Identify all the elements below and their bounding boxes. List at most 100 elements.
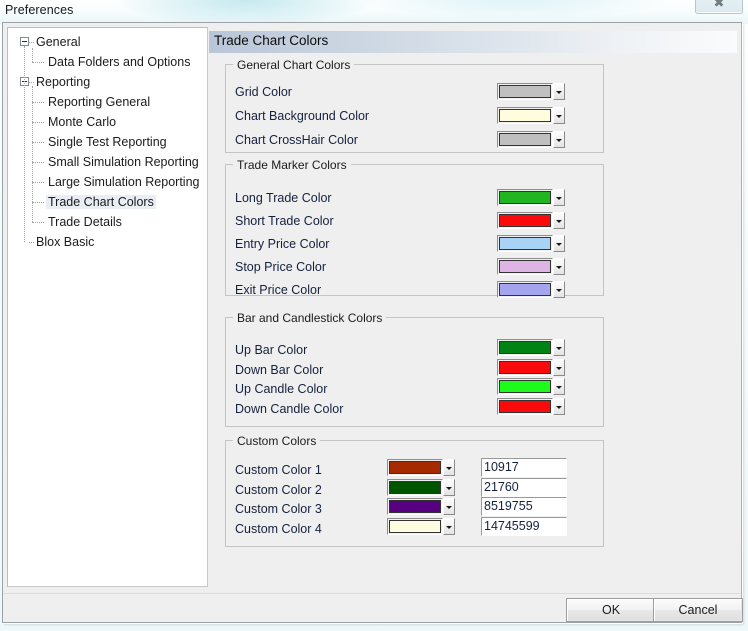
- label-up-candle-color: Up Candle Color: [235, 382, 328, 396]
- ok-button[interactable]: OK: [566, 598, 656, 622]
- color-picker-entry-price-color[interactable]: [497, 235, 565, 252]
- color-swatch[interactable]: [499, 214, 551, 227]
- tree-item-single-test-reporting[interactable]: Single Test Reporting: [46, 132, 169, 152]
- color-swatch[interactable]: [389, 461, 441, 474]
- tree-item-data-folders-and-options[interactable]: Data Folders and Options: [46, 52, 192, 72]
- value-input-custom-color-4[interactable]: 14745599: [481, 516, 567, 536]
- chevron-down-icon[interactable]: [443, 478, 455, 496]
- chevron-down-icon[interactable]: [443, 517, 455, 535]
- chevron-down-icon[interactable]: [553, 189, 565, 206]
- color-swatch-frame[interactable]: [497, 397, 553, 415]
- chevron-down-icon[interactable]: [443, 498, 455, 515]
- color-picker-custom-color-3[interactable]: [387, 498, 455, 515]
- chevron-down-icon[interactable]: [553, 358, 565, 376]
- color-swatch-frame[interactable]: [387, 517, 443, 535]
- color-picker-down-bar-color[interactable]: [497, 358, 565, 376]
- label-entry-price-color: Entry Price Color: [235, 237, 330, 251]
- color-swatch[interactable]: [499, 191, 551, 204]
- color-swatch-frame[interactable]: [497, 189, 553, 206]
- color-swatch[interactable]: [499, 341, 551, 354]
- color-swatch-frame[interactable]: [387, 478, 443, 496]
- group-legend: General Chart Colors: [233, 58, 355, 72]
- color-picker-up-candle-color[interactable]: [497, 378, 565, 395]
- color-swatch[interactable]: [499, 283, 551, 296]
- tree-item-trade-chart-colors[interactable]: Trade Chart Colors: [46, 192, 156, 212]
- dialog-client-area: General Data Folders and Options Reporting…: [2, 22, 743, 623]
- color-swatch[interactable]: [389, 500, 441, 513]
- color-swatch[interactable]: [389, 519, 441, 533]
- tree-item-label: Reporting General: [48, 95, 151, 109]
- tree-item-small-simulation-reporting[interactable]: Small Simulation Reporting: [46, 152, 201, 172]
- label-long-trade-color: Long Trade Color: [235, 191, 332, 205]
- color-swatch-frame[interactable]: [497, 212, 553, 229]
- color-picker-chart-crosshair-color[interactable]: [497, 131, 565, 148]
- glass-highlight-secondary: [355, 0, 675, 20]
- button-bar-separator: [3, 593, 741, 594]
- value-input-custom-color-1[interactable]: 10917: [481, 458, 567, 477]
- color-swatch[interactable]: [499, 260, 551, 273]
- color-swatch[interactable]: [389, 480, 441, 494]
- chevron-down-icon[interactable]: [553, 378, 565, 395]
- tree-item-reporting-general[interactable]: Reporting General: [46, 92, 152, 112]
- chevron-down-icon[interactable]: [553, 258, 565, 275]
- color-swatch[interactable]: [499, 399, 551, 413]
- value-input-custom-color-3[interactable]: 8519755: [481, 497, 567, 516]
- color-swatch-frame[interactable]: [497, 131, 553, 148]
- chevron-down-icon[interactable]: [553, 235, 565, 252]
- cancel-button[interactable]: Cancel: [653, 598, 743, 622]
- color-swatch[interactable]: [499, 109, 551, 122]
- close-button[interactable]: ✖: [695, 0, 743, 14]
- color-swatch-frame[interactable]: [387, 459, 443, 476]
- color-picker-down-candle-color[interactable]: [497, 397, 565, 415]
- color-swatch-frame[interactable]: [497, 258, 553, 275]
- pane-header: Trade Chart Colors: [209, 31, 737, 53]
- tree-item-large-simulation-reporting[interactable]: Large Simulation Reporting: [46, 172, 201, 192]
- color-swatch-frame[interactable]: [497, 281, 553, 298]
- chevron-down-icon[interactable]: [553, 397, 565, 415]
- tree-item-label: Blox Basic: [36, 235, 95, 249]
- tree-item-monte-carlo[interactable]: Monte Carlo: [46, 112, 118, 132]
- color-picker-chart-background-color[interactable]: [497, 107, 565, 124]
- color-swatch-frame[interactable]: [497, 83, 553, 100]
- color-picker-custom-color-2[interactable]: [387, 478, 455, 496]
- color-picker-up-bar-color[interactable]: [497, 339, 565, 356]
- color-picker-custom-color-1[interactable]: [387, 459, 455, 476]
- color-picker-grid-color[interactable]: [497, 83, 565, 100]
- tree-item-reporting[interactable]: Reporting: [34, 72, 92, 92]
- label-stop-price-color: Stop Price Color: [235, 260, 327, 274]
- color-swatch-frame[interactable]: [497, 358, 553, 376]
- tree-item-trade-details[interactable]: Trade Details: [46, 212, 124, 232]
- chevron-down-icon[interactable]: [553, 131, 565, 148]
- chevron-down-icon[interactable]: [553, 107, 565, 124]
- title-bar: Preferences: [0, 0, 748, 26]
- color-picker-exit-price-color[interactable]: [497, 281, 565, 298]
- chevron-down-icon[interactable]: [553, 339, 565, 356]
- color-swatch-frame[interactable]: [497, 107, 553, 124]
- label-chart-background-color: Chart Background Color: [235, 109, 370, 123]
- preferences-tree[interactable]: General Data Folders and Options Reporting…: [7, 27, 208, 587]
- color-swatch[interactable]: [499, 85, 551, 98]
- color-swatch-frame[interactable]: [497, 378, 553, 395]
- chevron-down-icon[interactable]: [553, 281, 565, 298]
- color-swatch-frame[interactable]: [497, 339, 553, 356]
- color-swatch[interactable]: [499, 237, 551, 250]
- tree-item-general[interactable]: General: [34, 32, 82, 52]
- tree-branch-spine: [32, 48, 34, 62]
- tree-collapse-icon[interactable]: [20, 37, 29, 46]
- color-swatch-frame[interactable]: [387, 498, 443, 515]
- color-swatch[interactable]: [499, 133, 551, 146]
- chevron-down-icon[interactable]: [553, 212, 565, 229]
- tree-item-blox-basic[interactable]: Blox Basic: [34, 232, 96, 252]
- chevron-down-icon[interactable]: [553, 83, 565, 100]
- color-picker-long-trade-color[interactable]: [497, 189, 565, 206]
- color-swatch-frame[interactable]: [497, 235, 553, 252]
- chevron-down-icon[interactable]: [443, 459, 455, 476]
- color-picker-custom-color-4[interactable]: [387, 517, 455, 535]
- color-picker-stop-price-color[interactable]: [497, 258, 565, 275]
- color-swatch[interactable]: [499, 360, 551, 374]
- label-down-candle-color: Down Candle Color: [235, 401, 344, 416]
- value-input-custom-color-2[interactable]: 21760: [481, 477, 567, 497]
- color-picker-short-trade-color[interactable]: [497, 212, 565, 229]
- tree-root-spine: [24, 46, 26, 242]
- color-swatch[interactable]: [499, 380, 551, 393]
